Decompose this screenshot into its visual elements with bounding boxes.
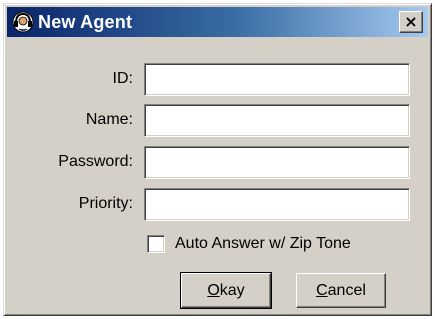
id-label: ID: (112, 70, 133, 87)
auto-answer-label[interactable]: Auto Answer w/ Zip Tone (175, 235, 351, 253)
okay-label-rest: kay (219, 281, 245, 299)
password-label: Password: (58, 153, 133, 170)
window-title: New Agent (38, 11, 133, 32)
okay-mnemonic: O (207, 281, 220, 299)
password-input[interactable] (144, 146, 410, 179)
id-input[interactable] (144, 63, 410, 96)
priority-label: Priority: (78, 195, 133, 212)
close-button[interactable]: × (399, 11, 423, 33)
priority-input[interactable] (144, 188, 410, 221)
title-bar[interactable]: New Agent × (7, 7, 428, 37)
auto-answer-checkbox[interactable] (147, 235, 165, 253)
new-agent-dialog: New Agent × ID: Name: Password: Priority… (3, 3, 432, 316)
name-input[interactable] (144, 104, 410, 137)
priority-row: Priority: (4, 188, 433, 222)
cancel-mnemonic: C (316, 281, 328, 299)
name-label: Name: (85, 111, 133, 128)
cancel-label-rest: ancel (327, 281, 366, 299)
name-row: Name: (4, 104, 433, 138)
agent-headset-icon (12, 11, 34, 33)
close-icon: × (404, 12, 418, 31)
auto-answer-row[interactable]: Auto Answer w/ Zip Tone (147, 234, 351, 254)
okay-button[interactable]: Okay (180, 272, 272, 309)
cancel-button[interactable]: Cancel (296, 273, 386, 308)
id-row: ID: (4, 63, 433, 97)
password-row: Password: (4, 146, 433, 180)
